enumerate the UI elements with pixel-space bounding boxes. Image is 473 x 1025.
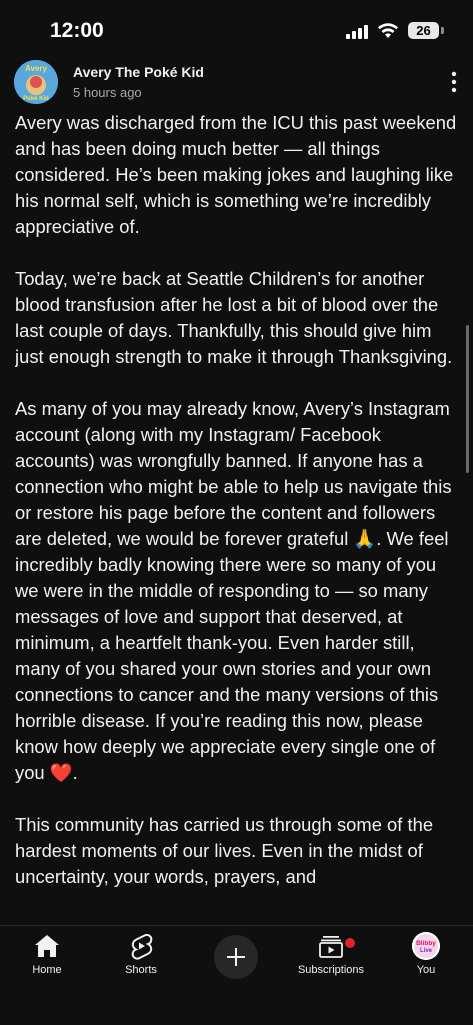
svg-text:Avery: Avery: [25, 64, 47, 73]
battery-cap: [441, 27, 444, 34]
plus-icon: [227, 948, 245, 966]
post-paragraph: Avery was discharged from the ICU this p…: [15, 112, 457, 237]
channel-name[interactable]: Avery The Poké Kid: [73, 64, 204, 80]
scrollbar[interactable]: [466, 325, 469, 473]
channel-avatar-image: Avery Poké Kid: [14, 60, 58, 104]
post-paragraph: Today, we’re back at Seattle Children’s …: [15, 268, 453, 367]
shorts-icon: [131, 933, 153, 960]
nav-shorts[interactable]: Shorts: [96, 932, 186, 976]
post-header: Avery Poké Kid Avery The Poké Kid 5 hour…: [0, 60, 473, 110]
nav-home[interactable]: Home: [2, 932, 92, 976]
home-icon: [35, 935, 59, 957]
post-paragraph: This community has carried us through so…: [15, 814, 434, 887]
wifi-icon: [378, 23, 398, 38]
svg-text:Blibby: Blibby: [416, 940, 436, 947]
subscriptions-icon: [319, 936, 343, 958]
status-time: 12:00: [50, 19, 104, 42]
channel-avatar[interactable]: Avery Poké Kid: [14, 60, 58, 104]
status-bar: 12:00 26: [0, 0, 473, 60]
post-timestamp: 5 hours ago: [73, 85, 142, 100]
post-paragraph: As many of you may already know, Avery’s…: [15, 398, 452, 783]
battery-level: 26: [408, 22, 439, 39]
nav-subscriptions[interactable]: Subscriptions: [286, 932, 376, 976]
notification-dot: [343, 936, 357, 950]
post-body: Avery was discharged from the ICU this p…: [15, 110, 460, 932]
svg-text:Live: Live: [420, 948, 433, 954]
nav-subscriptions-label: Subscriptions: [297, 964, 365, 976]
nav-you-label: You: [416, 964, 436, 976]
nav-shorts-label: Shorts: [125, 964, 157, 976]
create-button[interactable]: [214, 935, 258, 979]
user-avatar: Blibby Live: [412, 932, 440, 960]
nav-home-label: Home: [32, 964, 62, 976]
cellular-signal-icon: [346, 25, 368, 39]
svg-text:Poké Kid: Poké Kid: [23, 96, 49, 102]
more-vert-icon[interactable]: [446, 70, 462, 94]
nav-you[interactable]: Blibby Live You: [381, 932, 471, 976]
bottom-navigation: Home Shorts Subscriptions Blibby Live Yo…: [0, 925, 473, 1025]
